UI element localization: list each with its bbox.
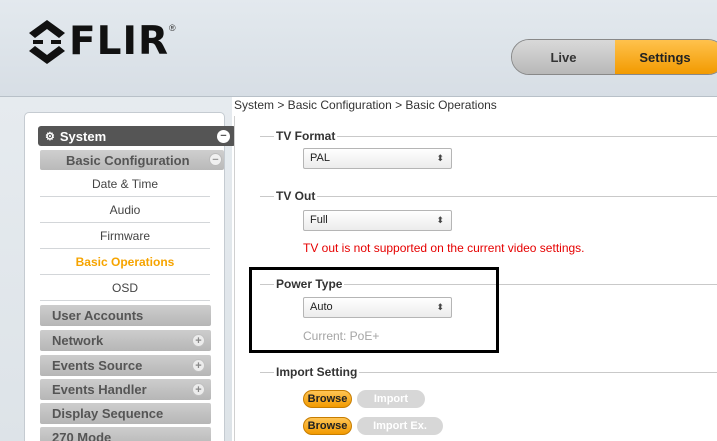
sidebar-group-events-handler[interactable]: Events Handler + xyxy=(40,379,211,400)
group-label: Display Sequence xyxy=(52,406,164,421)
sidebar-group-events-source[interactable]: Events Source + xyxy=(40,355,211,376)
sidebar-item-basic-operations[interactable]: Basic Operations xyxy=(40,250,210,275)
expand-icon[interactable]: + xyxy=(192,383,205,396)
import-setting-title: Import Setting xyxy=(274,365,360,379)
tv-format-value: PAL xyxy=(310,152,330,164)
sidebar-group-270-mode[interactable]: 270 Mode xyxy=(40,427,211,441)
group-label: User Accounts xyxy=(52,308,144,323)
group-label: 270 Mode xyxy=(52,430,112,441)
group-label: Events Handler xyxy=(52,382,147,397)
flir-logo-icon xyxy=(29,20,65,64)
logo-text: FLIR xyxy=(69,19,170,64)
flir-logo: FLIR ® xyxy=(29,20,176,64)
mode-switch: Live Settings xyxy=(511,39,717,75)
tv-out-section: TV Out xyxy=(260,189,717,276)
tv-out-select[interactable]: Full ⬍ xyxy=(303,210,452,231)
highlight-box xyxy=(249,267,499,353)
select-arrow-icon: ⬍ xyxy=(436,153,444,163)
collapse-icon[interactable]: − xyxy=(209,153,222,166)
breadcrumb: System > Basic Configuration > Basic Ope… xyxy=(234,98,497,112)
sidebar-item-date-time[interactable]: Date & Time xyxy=(40,172,210,197)
group-label: Network xyxy=(52,333,104,348)
app-header: FLIR ® Live Settings xyxy=(0,0,717,97)
expand-icon[interactable]: + xyxy=(192,334,205,347)
sidebar-system-label: System xyxy=(59,128,107,144)
sidebar-item-audio[interactable]: Audio xyxy=(40,198,210,223)
tv-format-title: TV Format xyxy=(274,129,338,143)
group-label: Events Source xyxy=(52,358,143,373)
tv-out-value: Full xyxy=(310,214,328,226)
sidebar-basic-configuration[interactable]: Basic Configuration − xyxy=(40,150,224,170)
sidebar-system-header[interactable]: ⚙ System − xyxy=(38,126,236,146)
registered-mark: ® xyxy=(169,23,176,33)
collapse-icon[interactable]: − xyxy=(217,130,230,143)
settings-button[interactable]: Settings xyxy=(615,40,717,74)
gear-icon: ⚙ xyxy=(45,130,55,143)
sidebar-group-display-sequence[interactable]: Display Sequence xyxy=(40,403,211,424)
tv-format-select[interactable]: PAL ⬍ xyxy=(303,148,452,169)
browse-button-ex[interactable]: Browse xyxy=(303,417,352,435)
tv-out-warning: TV out is not supported on the current v… xyxy=(303,241,585,255)
expand-icon[interactable]: + xyxy=(192,359,205,372)
select-arrow-icon: ⬍ xyxy=(436,215,444,225)
sidebar-item-osd[interactable]: OSD xyxy=(40,276,210,301)
tv-out-title: TV Out xyxy=(274,189,318,203)
import-button[interactable]: Import xyxy=(357,390,425,408)
browse-button[interactable]: Browse xyxy=(303,390,352,408)
sidebar-group-user-accounts[interactable]: User Accounts xyxy=(40,305,211,326)
live-button[interactable]: Live xyxy=(512,40,615,74)
sidebar-item-firmware[interactable]: Firmware xyxy=(40,224,210,249)
basic-configuration-label: Basic Configuration xyxy=(66,152,190,168)
import-ex-button[interactable]: Import Ex. xyxy=(357,417,443,435)
sidebar-group-network[interactable]: Network + xyxy=(40,330,211,351)
